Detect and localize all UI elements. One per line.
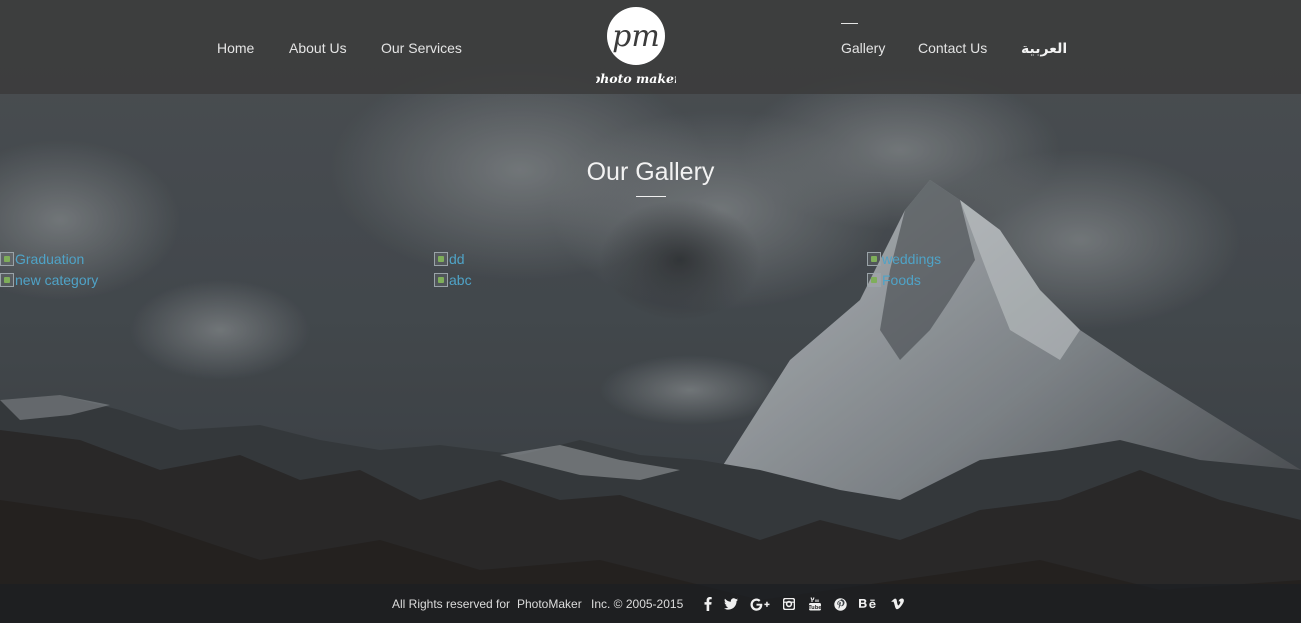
footer-company-link[interactable]: PhotoMaker bbox=[517, 597, 582, 611]
gallery-item-graduation[interactable]: Graduation bbox=[0, 251, 84, 267]
gallery-item-abc[interactable]: abc bbox=[434, 272, 472, 288]
page-title: Our Gallery bbox=[586, 158, 715, 186]
nav-about-link[interactable]: About Us bbox=[289, 40, 347, 56]
photomaker-logo-image: pm photo maker bbox=[591, 7, 682, 86]
gallery-item-label: abc bbox=[449, 272, 472, 288]
broken-image-icon bbox=[434, 273, 448, 287]
pinterest-icon[interactable] bbox=[833, 595, 847, 613]
footer-copyright-text: Inc. © 2005-2015 bbox=[591, 597, 684, 611]
gallery-item-label: Foods bbox=[882, 272, 921, 288]
gallery-item-label: weddings bbox=[882, 251, 942, 267]
gallery-item-dd[interactable]: dd bbox=[434, 251, 465, 267]
gallery-item-label: new category bbox=[15, 272, 99, 288]
gallery-item-weddings[interactable]: weddings bbox=[867, 251, 941, 267]
behance-icon[interactable] bbox=[858, 595, 878, 613]
vimeo-icon[interactable] bbox=[890, 595, 904, 613]
broken-image-icon bbox=[867, 252, 881, 266]
title-underline bbox=[636, 196, 666, 197]
nav-contact-link[interactable]: Contact Us bbox=[918, 40, 987, 56]
svg-text:Tube: Tube bbox=[808, 605, 822, 611]
google-plus-icon[interactable] bbox=[749, 595, 771, 613]
footer-rights-text: All Rights reserved for bbox=[392, 597, 511, 611]
site-logo[interactable]: pm photo maker bbox=[591, 4, 682, 90]
svg-text:photo maker: photo maker bbox=[596, 71, 676, 86]
gallery-item-foods[interactable]: Foods bbox=[867, 272, 921, 288]
gallery-item-new-category[interactable]: new category bbox=[0, 272, 98, 288]
broken-image-icon bbox=[867, 273, 881, 287]
gallery-item-label: dd bbox=[449, 251, 465, 267]
broken-image-icon bbox=[0, 252, 14, 266]
broken-image-icon bbox=[434, 252, 448, 266]
nav-arabic-link[interactable]: العربية bbox=[1021, 40, 1067, 57]
instagram-icon[interactable] bbox=[782, 595, 796, 613]
broken-image-icon bbox=[0, 273, 14, 287]
gallery-item-label: Graduation bbox=[15, 251, 85, 267]
nav-services-link[interactable]: Our Services bbox=[381, 40, 462, 56]
twitter-icon[interactable] bbox=[723, 595, 739, 613]
youtube-icon[interactable]: Tube bbox=[807, 595, 823, 613]
facebook-icon[interactable] bbox=[702, 595, 714, 613]
nav-gallery-link[interactable]: Gallery bbox=[841, 23, 885, 56]
nav-home-link[interactable]: Home bbox=[217, 40, 254, 56]
svg-text:pm: pm bbox=[612, 19, 660, 54]
